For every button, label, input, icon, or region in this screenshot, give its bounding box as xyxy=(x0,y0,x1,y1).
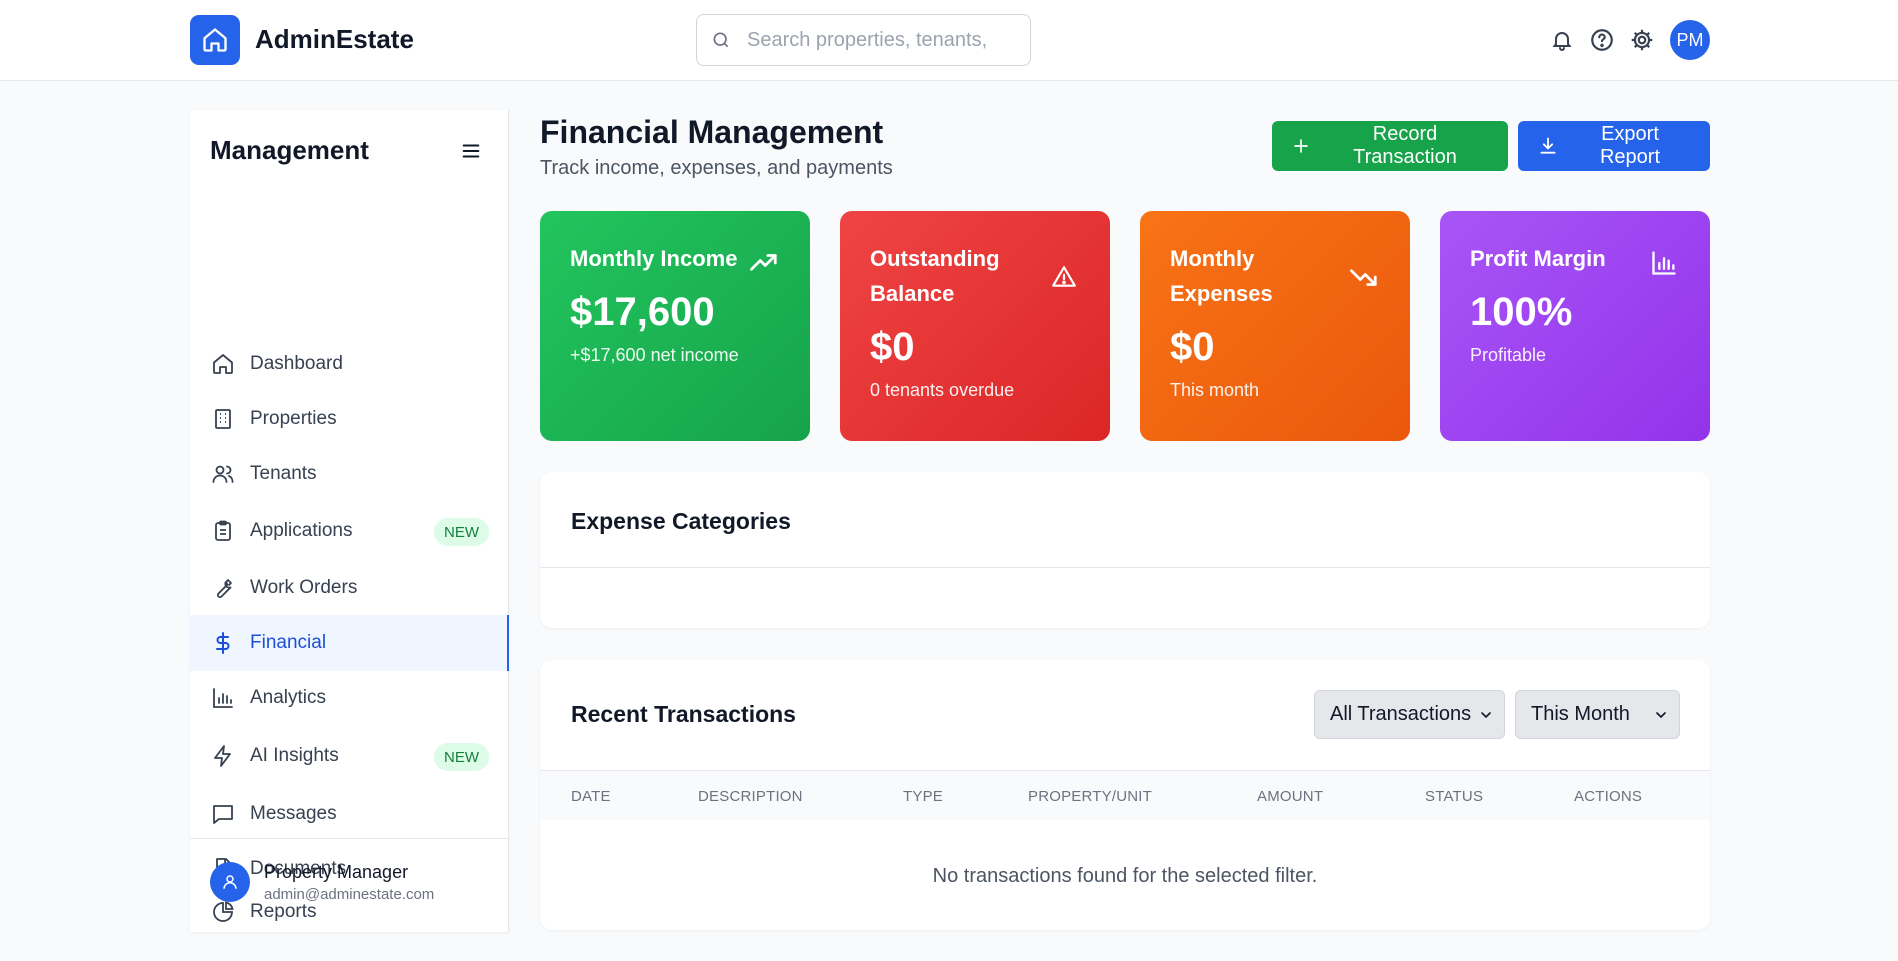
sidebar-title: Management xyxy=(210,135,369,165)
plus-icon xyxy=(1292,137,1310,155)
card-value: $0 xyxy=(870,325,915,369)
top-bar: AdminEstate PM xyxy=(0,0,1898,81)
profit-margin-card: Profit Margin 100% Profitable xyxy=(1440,211,1710,441)
pie-chart-icon xyxy=(210,899,236,925)
new-badge: NEW xyxy=(434,518,489,546)
card-note: Profitable xyxy=(1470,345,1547,365)
home-logo-icon[interactable] xyxy=(190,15,240,65)
chevron-down-icon xyxy=(1653,707,1669,723)
export-report-label: Export Report xyxy=(1599,123,1661,168)
sidebar-item-label: Applications xyxy=(250,520,353,541)
table-header: DATE DESCRIPTION TYPE PROPERTY/UNIT AMOU… xyxy=(540,770,1710,820)
record-transaction-button[interactable]: Record Transaction xyxy=(1272,121,1508,171)
sidebar-item-label: Properties xyxy=(250,408,337,429)
column-header-actions[interactable]: ACTIONS xyxy=(1574,788,1642,805)
card-label: Profit Margin xyxy=(1470,246,1606,271)
sidebar-item-label: Reports xyxy=(250,901,317,922)
home-icon xyxy=(210,351,236,377)
card-label: Monthly Income xyxy=(570,246,738,271)
search-input[interactable] xyxy=(747,28,1017,52)
sidebar-item-label: Financial xyxy=(250,632,327,653)
sidebar-item-label: AI Insights xyxy=(250,745,339,766)
sidebar-item-analytics[interactable]: Analytics xyxy=(190,670,509,726)
sidebar-item-dashboard[interactable]: Dashboard xyxy=(190,336,509,392)
recent-transactions-panel: Recent Transactions All Transactions Thi… xyxy=(540,660,1710,930)
sidebar-item-applications[interactable]: Applications NEW xyxy=(190,503,509,559)
monthly-expenses-card: Monthly Expenses $0 This month xyxy=(1140,211,1410,441)
page-subtitle: Track income, expenses, and payments xyxy=(540,157,893,179)
outstanding-balance-card: Outstanding Balance $0 0 tenants overdue xyxy=(840,211,1110,441)
users-icon xyxy=(210,461,236,487)
card-value: $17,600 xyxy=(570,290,715,334)
clipboard-icon xyxy=(210,518,236,544)
bar-chart-icon xyxy=(210,685,236,711)
dollar-icon xyxy=(210,630,236,656)
card-value: $0 xyxy=(1170,325,1215,369)
gear-icon[interactable] xyxy=(1627,25,1657,55)
help-icon[interactable] xyxy=(1587,25,1617,55)
sidebar-item-properties[interactable]: Properties xyxy=(190,391,509,447)
lightning-icon xyxy=(210,743,236,769)
empty-state-message: No transactions found for the selected f… xyxy=(932,865,1318,887)
new-badge: NEW xyxy=(434,743,489,771)
wrench-icon xyxy=(210,575,236,601)
export-report-button[interactable]: Export Report xyxy=(1518,121,1710,171)
user-avatar[interactable]: PM xyxy=(1670,20,1710,60)
period-select[interactable]: This Month xyxy=(1515,690,1680,739)
sidebar-item-label: Analytics xyxy=(250,687,327,708)
card-note: This month xyxy=(1170,380,1260,400)
sidebar: Management Dashboard Properties Tenants … xyxy=(190,110,509,932)
sidebar-item-label: Tenants xyxy=(250,463,317,484)
recent-transactions-title: Recent Transactions xyxy=(571,701,796,727)
column-header-type[interactable]: TYPE xyxy=(903,788,943,805)
bar-chart-icon xyxy=(1648,247,1680,279)
sidebar-item-label: Work Orders xyxy=(250,577,358,598)
record-transaction-label: Record Transaction xyxy=(1353,123,1457,168)
download-icon xyxy=(1538,136,1558,156)
monthly-income-card: Monthly Income $17,600 +$17,600 net inco… xyxy=(540,211,810,441)
card-note: 0 tenants overdue xyxy=(870,380,1015,400)
page-title: Financial Management xyxy=(540,114,884,150)
search-icon xyxy=(711,30,731,50)
bell-icon[interactable] xyxy=(1547,25,1577,55)
card-label: Outstanding Balance xyxy=(870,246,1000,306)
panel-divider xyxy=(540,567,1710,568)
column-header-property-unit[interactable]: PROPERTY/UNIT xyxy=(1028,788,1152,805)
building-icon xyxy=(210,406,236,432)
trending-down-icon xyxy=(1348,261,1380,293)
message-icon xyxy=(210,801,236,827)
app-name[interactable]: AdminEstate xyxy=(255,24,414,55)
expense-categories-title: Expense Categories xyxy=(571,508,791,534)
card-value: 100% xyxy=(1470,290,1573,334)
transaction-type-select[interactable]: All Transactions xyxy=(1314,690,1505,739)
selected-value: All Transactions xyxy=(1330,703,1472,725)
sidebar-item-messages[interactable]: Messages xyxy=(190,786,509,842)
trending-up-icon xyxy=(748,247,780,279)
selected-value: This Month xyxy=(1531,703,1630,725)
sidebar-item-financial[interactable]: Financial xyxy=(190,615,509,671)
sidebar-divider xyxy=(190,838,509,839)
warning-icon xyxy=(1048,261,1080,293)
expense-categories-panel: Expense Categories xyxy=(540,472,1710,628)
sidebar-item-label: Dashboard xyxy=(250,353,343,374)
user-name: Property Manager xyxy=(264,862,409,882)
column-header-date[interactable]: DATE xyxy=(571,788,611,805)
card-note: +$17,600 net income xyxy=(570,345,739,365)
card-label: Monthly Expenses xyxy=(1170,246,1273,306)
sidebar-item-label: Messages xyxy=(250,803,337,824)
chevron-down-icon xyxy=(1478,707,1494,723)
user-email: admin@adminestate.com xyxy=(264,886,435,903)
sidebar-item-ai-insights[interactable]: AI Insights NEW xyxy=(190,728,509,784)
sidebar-item-tenants[interactable]: Tenants xyxy=(190,446,509,502)
column-header-amount[interactable]: AMOUNT xyxy=(1257,788,1323,805)
user-icon[interactable] xyxy=(210,862,250,902)
search-box[interactable] xyxy=(696,14,1031,66)
column-header-description[interactable]: DESCRIPTION xyxy=(698,788,803,805)
column-header-status[interactable]: STATUS xyxy=(1425,788,1483,805)
hamburger-menu-icon[interactable] xyxy=(458,138,484,164)
sidebar-item-work-orders[interactable]: Work Orders xyxy=(190,560,509,616)
